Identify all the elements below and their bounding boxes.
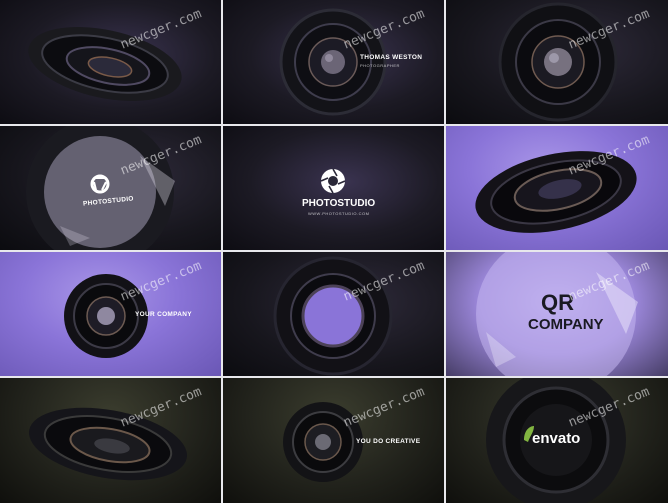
frame-1: newcger.com [0,0,221,124]
frame-caption: YOU DO CREATIVE [356,438,421,445]
frame-8: newcger.com [223,252,444,376]
aperture-logo [320,168,346,194]
frame-subcaption: WWW.PHOTOSTUDIO.COM [308,211,370,216]
frame-caption: THOMAS WESTON [360,54,423,61]
frame-2: THOMAS WESTON PHOTOGRAPHER newcger.com [223,0,444,124]
frame-grid: newcger.com THOMAS WESTON PHOTOGRAPHER n… [0,0,668,503]
frame-3: newcger.com [446,0,668,124]
frame-12: envato newcger.com [446,378,668,503]
frame-caption: COMPANY [528,316,604,333]
frame-caption: envato [532,430,581,447]
frame-6: newcger.com [446,126,668,250]
frame-caption: YOUR COMPANY [135,311,192,318]
frame-5: PHOTOSTUDIO WWW.PHOTOSTUDIO.COM [223,126,444,250]
frame-caption: PHOTOSTUDIO [302,198,376,209]
frame-10: newcger.com [0,378,221,503]
frame-11: YOU DO CREATIVE newcger.com [223,378,444,503]
frame-9: QR COMPANY newcger.com [446,252,668,376]
frame-7: YOUR COMPANY newcger.com [0,252,221,376]
frame-4: PHOTOSTUDIO newcger.com [0,126,221,250]
frame-subcaption: PHOTOGRAPHER [360,63,400,68]
